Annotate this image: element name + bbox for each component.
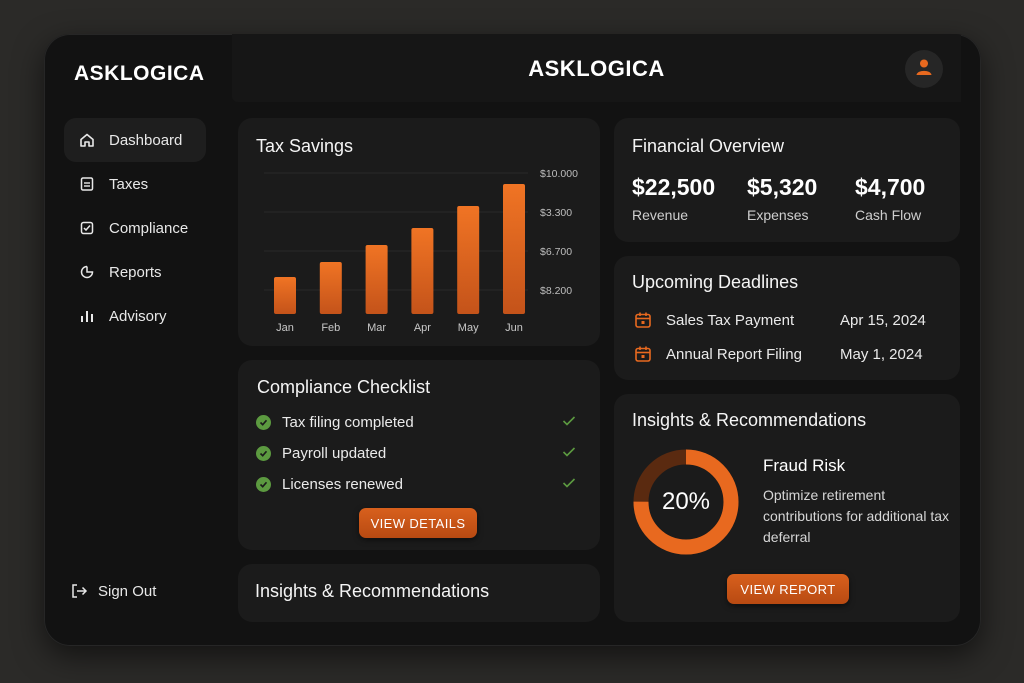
checklist-item: Payroll updated — [256, 442, 576, 464]
checkmark-icon — [562, 445, 576, 462]
sidebar-item-label: Dashboard — [109, 131, 183, 149]
checkmark-icon — [562, 414, 576, 431]
deadline-item[interactable]: Sales Tax Payment Apr 15, 2024 — [634, 309, 944, 331]
sidebar-item-reports[interactable]: Reports — [64, 250, 206, 294]
deadline-date: Apr 15, 2024 — [840, 311, 926, 329]
deadlines-title: Upcoming Deadlines — [632, 272, 799, 292]
top-bar: ASKLOGICA — [232, 34, 961, 102]
y-tick-label: $8.200 — [540, 285, 572, 297]
pie-chart-icon — [78, 263, 96, 281]
y-tick-label: $6.700 — [540, 246, 572, 258]
compliance-title: Compliance Checklist — [257, 377, 431, 397]
metric-label: Expenses — [747, 207, 809, 223]
tax-savings-card: Tax Savings $10.000 $3.300 $6.700 $8.200 Jan… — [238, 118, 600, 346]
insights-recommendations-card: Insights & Recommendations 20% Fraud Ris… — [614, 394, 960, 622]
x-tick-label: Jan — [276, 322, 294, 334]
sign-out-button[interactable]: Sign Out — [70, 582, 156, 600]
sidebar-item-dashboard[interactable]: Dashboard — [64, 118, 206, 162]
calendar-icon — [634, 311, 652, 329]
deadline-date: May 1, 2024 — [840, 345, 923, 363]
donut-percent-label: 20% — [661, 488, 711, 515]
metric-value: $5,320 — [747, 174, 818, 200]
checklist-icon — [78, 219, 96, 237]
deadline-label: Annual Report Filing — [666, 345, 802, 363]
page-title: ASKLOGICA — [528, 56, 665, 81]
checklist-item: Licenses renewed — [256, 473, 576, 495]
avatar-button[interactable] — [905, 50, 943, 88]
view-report-button[interactable]: VIEW REPORT — [727, 574, 849, 604]
metric-label: Cash Flow — [855, 207, 922, 223]
fraud-risk-description: Optimize retirement contributions for ad… — [763, 487, 949, 545]
sidebar-item-label: Advisory — [109, 307, 167, 325]
financial-title: Financial Overview — [632, 136, 785, 156]
user-icon — [914, 57, 934, 82]
check-circle-icon — [256, 445, 271, 461]
checklist-item: Tax filing completed — [256, 411, 576, 433]
fraud-risk-title: Fraud Risk — [763, 456, 846, 475]
chart-bar-feb[interactable] — [319, 262, 342, 314]
compliance-checklist-card: Compliance Checklist Tax filing complete… — [238, 360, 600, 550]
y-tick-label: $3.300 — [540, 207, 572, 219]
chart-bar-apr[interactable] — [411, 228, 434, 314]
sidebar-item-label: Taxes — [109, 175, 149, 193]
chart-bar-mar[interactable] — [365, 245, 388, 314]
x-tick-label: Mar — [367, 322, 386, 334]
check-circle-icon — [256, 414, 271, 430]
metric-value: $22,500 — [632, 174, 716, 200]
chart-bar-jan[interactable] — [274, 277, 296, 314]
checkmark-icon — [562, 476, 576, 493]
checklist-item-label: Payroll updated — [282, 444, 387, 462]
home-icon — [78, 131, 96, 149]
checklist-item-label: Tax filing completed — [282, 413, 414, 431]
insights-title: Insights & Recommendations — [632, 410, 867, 430]
x-tick-label: May — [458, 322, 479, 334]
chart-bar-may[interactable] — [457, 206, 480, 314]
x-tick-label: Jun — [505, 322, 523, 334]
sign-out-icon — [70, 582, 88, 600]
deadline-item[interactable]: Annual Report Filing May 1, 2024 — [634, 343, 944, 365]
metric-revenue: $22,500 Revenue — [632, 174, 715, 223]
check-circle-icon — [256, 476, 271, 492]
insights-collapsed-card[interactable]: Insights & Recommendations — [238, 564, 600, 622]
chart-bar-jun[interactable] — [503, 184, 525, 314]
metric-label: Revenue — [632, 207, 689, 223]
view-details-button[interactable]: VIEW DETAILS — [359, 508, 477, 538]
deadline-label: Sales Tax Payment — [666, 311, 795, 329]
sidebar-item-label: Reports — [109, 263, 162, 281]
document-icon — [78, 175, 96, 193]
sidebar-item-label: Compliance — [109, 219, 189, 237]
x-tick-label: Apr — [414, 322, 431, 334]
sign-out-label: Sign Out — [98, 582, 157, 600]
sidebar-item-taxes[interactable]: Taxes — [64, 162, 206, 206]
sidebar-nav: Dashboard Taxes Compliance Reports Advis… — [64, 118, 206, 338]
metric-value: $4,700 — [855, 174, 926, 200]
app-window: ASKLOGICA Dashboard Taxes Compliance Rep… — [44, 34, 981, 646]
bar-chart-icon — [78, 307, 96, 325]
sidebar: ASKLOGICA Dashboard Taxes Compliance Rep… — [44, 34, 232, 646]
insights-left-title: Insights & Recommendations — [255, 581, 490, 601]
financial-overview-card: Financial Overview $22,500 Revenue $5,32… — [614, 118, 960, 242]
metric-expenses: $5,320 Expenses — [747, 174, 817, 223]
y-tick-label: $10.000 — [540, 168, 578, 180]
sidebar-item-advisory[interactable]: Advisory — [64, 294, 206, 338]
sidebar-item-compliance[interactable]: Compliance — [64, 206, 206, 250]
calendar-icon — [634, 345, 652, 363]
upcoming-deadlines-card: Upcoming Deadlines Sales Tax Payment Apr… — [614, 256, 960, 380]
checklist-item-label: Licenses renewed — [282, 475, 403, 493]
tax-savings-chart: $10.000 $3.300 $6.700 $8.200 Jan Feb Mar Apr May… — [264, 168, 578, 334]
metric-cash-flow: $4,700 Cash Flow — [855, 174, 925, 223]
x-tick-label: Feb — [321, 322, 340, 334]
sidebar-brand: ASKLOGICA — [74, 62, 205, 85]
